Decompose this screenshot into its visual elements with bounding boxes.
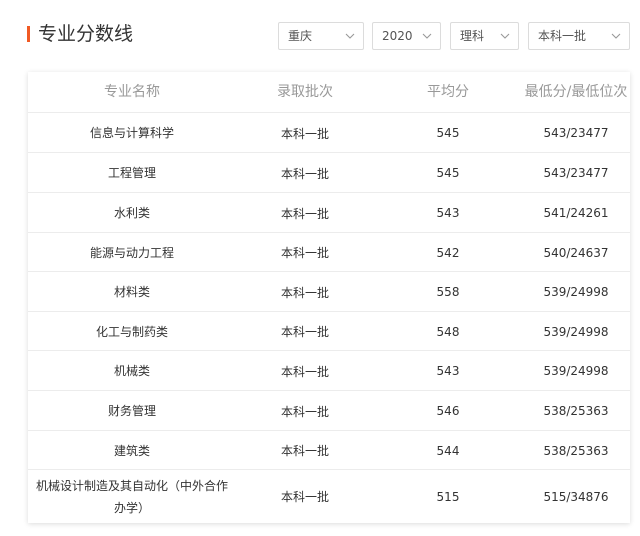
cell-min-rank: 539/24998	[543, 285, 609, 299]
cell-major: 建筑类	[113, 443, 150, 458]
chevron-down-icon	[500, 33, 510, 39]
cell-average: 558	[436, 285, 460, 299]
cell-major: 机械类	[113, 364, 150, 378]
cell-average: 548	[436, 324, 460, 339]
batch-select-value: 本科一批	[538, 29, 587, 43]
cell-major: 信息与计算科学	[89, 126, 174, 140]
cell-major: 能源与动力工程	[89, 245, 174, 260]
cell-min-rank: 543/23477	[543, 126, 609, 140]
cell-average: 515	[436, 489, 460, 504]
table-row: 信息与计算科学 本科一批 545 543/23477	[28, 113, 630, 153]
cell-batch: 本科一批	[280, 444, 329, 458]
table-header: 专业名称 录取批次 平均分 最低分/最低位次	[28, 72, 630, 113]
chevron-down-icon	[422, 33, 432, 39]
header-min-rank: 最低分/最低位次	[524, 84, 628, 100]
table-row: 工程管理 本科一批 545 543/23477	[28, 153, 630, 193]
table-row: 机械类 本科一批 543 539/24998	[28, 351, 630, 391]
table-row: 水利类 本科一批 543 541/24261	[28, 193, 630, 233]
table-row: 能源与动力工程 本科一批 542 540/24637	[28, 233, 630, 272]
cell-min-rank: 539/24998	[543, 364, 609, 378]
cell-major: 工程管理	[107, 166, 156, 180]
cell-batch: 本科一批	[280, 126, 329, 141]
table-row: 机械设计制造及其自动化（中外合作办学） 本科一批 515 515/34876	[28, 470, 630, 523]
cell-average: 545	[436, 166, 460, 180]
cell-min-rank: 541/24261	[543, 206, 609, 220]
header-major: 专业名称	[104, 84, 160, 100]
cell-batch: 本科一批	[280, 206, 329, 221]
region-select-value: 重庆	[288, 29, 313, 43]
chevron-down-icon	[611, 33, 621, 39]
header-batch: 录取批次	[277, 84, 333, 100]
cell-min-rank: 538/25363	[543, 404, 609, 418]
batch-select[interactable]: 本科一批	[528, 22, 630, 50]
cell-major: 机械设计制造及其自动化（中外合作办学）	[36, 478, 229, 515]
cell-min-rank: 543/23477	[543, 166, 609, 180]
section-header: 专业分数线 重庆 2020 理科 本科一批	[0, 0, 640, 72]
title-accent-bar	[27, 26, 30, 42]
cell-min-rank: 540/24637	[543, 245, 609, 260]
subject-select-value: 理科	[460, 29, 485, 43]
cell-average: 544	[436, 443, 460, 458]
year-select[interactable]: 2020	[372, 22, 441, 50]
cell-batch: 本科一批	[280, 404, 329, 419]
cell-major: 水利类	[113, 206, 150, 220]
table-row: 材料类 本科一批 558 539/24998	[28, 272, 630, 312]
cell-average: 542	[436, 245, 460, 260]
year-select-value: 2020	[382, 29, 413, 43]
section-title: 专业分数线	[38, 23, 134, 45]
cell-major: 财务管理	[107, 404, 156, 418]
cell-average: 545	[436, 126, 460, 140]
table-row: 财务管理 本科一批 546 538/25363	[28, 391, 630, 431]
cell-min-rank: 539/24998	[543, 324, 609, 339]
cell-batch: 本科一批	[280, 285, 329, 300]
cell-batch: 本科一批	[280, 166, 329, 181]
cell-major: 材料类	[113, 285, 150, 299]
region-select[interactable]: 重庆	[278, 22, 364, 50]
cell-batch: 本科一批	[280, 364, 329, 379]
subject-select[interactable]: 理科	[450, 22, 519, 50]
score-table: 专业名称 录取批次 平均分 最低分/最低位次 信息与计算科学 本科一批 545 …	[28, 72, 630, 523]
cell-average: 543	[436, 364, 460, 378]
cell-min-rank: 515/34876	[543, 489, 609, 504]
header-average: 平均分	[427, 84, 469, 100]
cell-min-rank: 538/25363	[543, 443, 609, 458]
table-row: 建筑类 本科一批 544 538/25363	[28, 431, 630, 470]
cell-major: 化工与制药类	[95, 324, 168, 339]
cell-batch: 本科一批	[280, 246, 329, 260]
cell-average: 543	[436, 206, 460, 220]
chevron-down-icon	[345, 33, 355, 39]
cell-batch: 本科一批	[280, 325, 329, 339]
table-row: 化工与制药类 本科一批 548 539/24998	[28, 312, 630, 351]
cell-average: 546	[436, 404, 460, 418]
cell-batch: 本科一批	[280, 490, 329, 504]
